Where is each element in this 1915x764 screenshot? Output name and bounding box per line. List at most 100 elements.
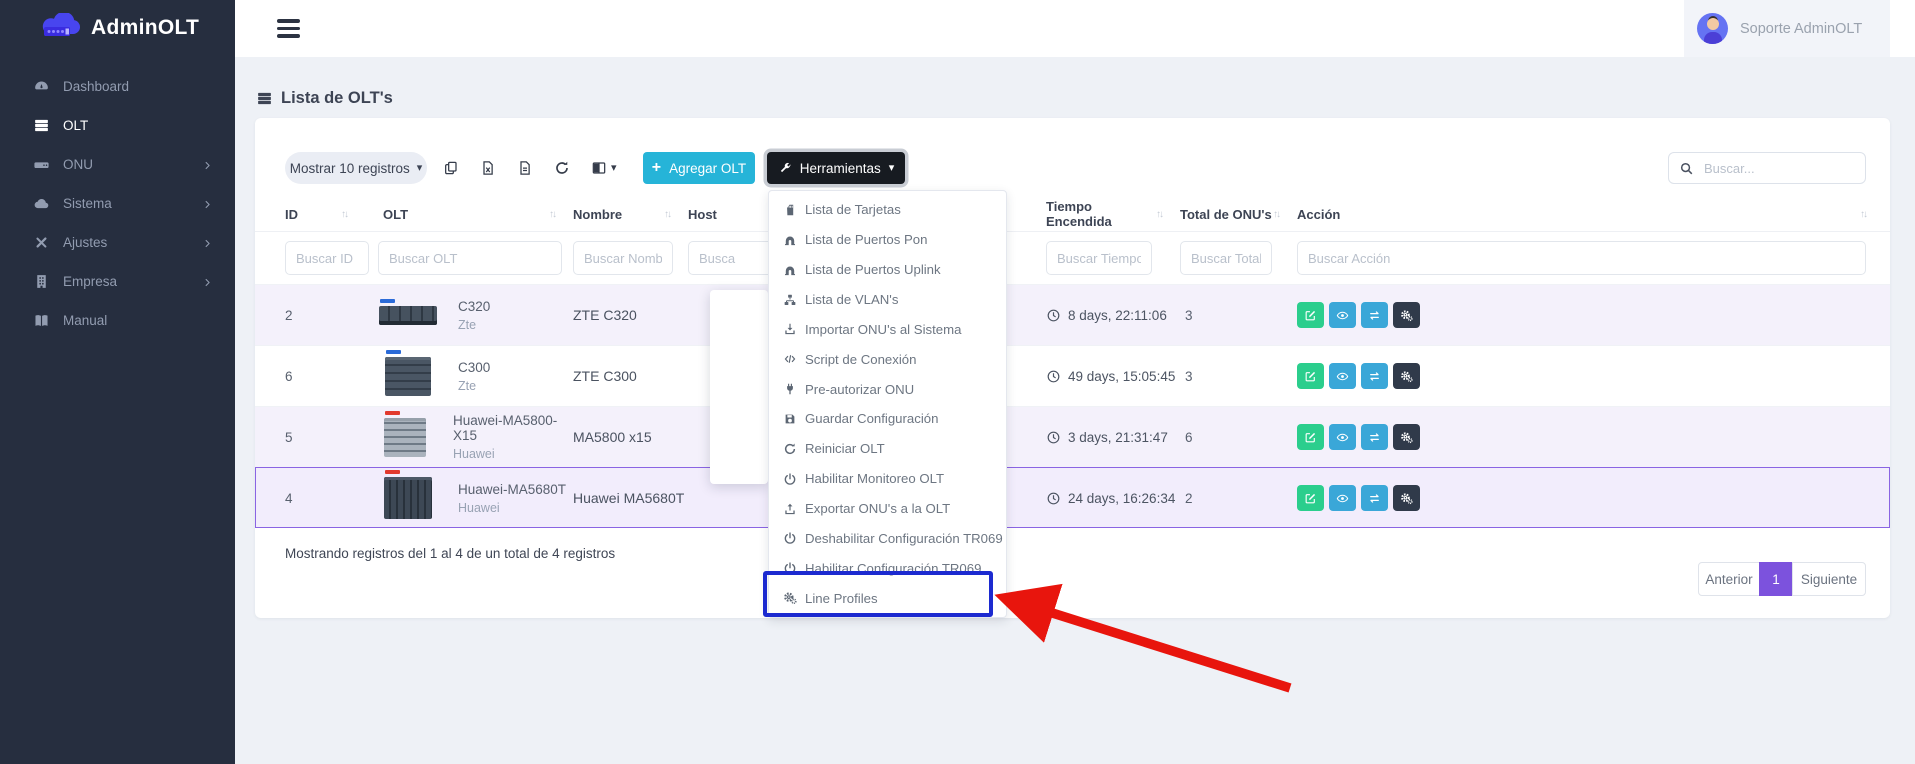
sync-icon <box>783 442 797 456</box>
file-excel-button[interactable]: ▾ <box>480 160 496 176</box>
table-row[interactable]: 2 C320 Zte ZTE C320 8 days, 22:11:06 3 <box>255 284 1890 345</box>
column-filter-input[interactable] <box>1046 241 1152 275</box>
tools-menu-item-deshabilitar-configuraci-n-tr069[interactable]: Deshabilitar Configuración TR069 <box>769 523 1006 553</box>
sort-icon[interactable]: ↑↓ <box>549 209 555 220</box>
filter-cell <box>1046 232 1180 284</box>
sort-icon[interactable]: ↑↓ <box>341 209 347 220</box>
pagination-page-1[interactable]: 1 <box>1759 562 1793 596</box>
exchange-button[interactable] <box>1361 485 1388 511</box>
power-icon <box>783 531 797 545</box>
column-header-acci-n[interactable]: Acción ↑↓ ↑↓ <box>1297 196 1890 232</box>
pagination-next-button[interactable]: Siguiente <box>1792 562 1866 596</box>
sidebar-item-label: OLT <box>63 118 88 133</box>
table-body: 2 C320 Zte ZTE C320 8 days, 22:11:06 3 6… <box>255 284 1890 528</box>
tools-menu-item-habilitar-monitoreo-olt[interactable]: Habilitar Monitoreo OLT <box>769 464 1006 494</box>
column-header-nombre[interactable]: Nombre ↑↓ ↑↓ <box>573 196 688 232</box>
edit-button[interactable] <box>1297 424 1324 450</box>
refresh-button[interactable]: ▾ <box>554 160 570 176</box>
avatar <box>1697 13 1728 44</box>
sort-icon[interactable]: ↑↓ <box>1156 209 1162 220</box>
tools-menu-item-lista-de-puertos-pon[interactable]: Lista de Puertos Pon <box>769 225 1006 255</box>
clock-icon <box>1046 491 1061 506</box>
exchange-icon <box>1368 492 1381 505</box>
edit-button[interactable] <box>1297 363 1324 389</box>
tools-menu-item-label: Lista de VLAN's <box>805 292 898 307</box>
sidebar-item-sistema[interactable]: Sistema <box>0 184 235 223</box>
sidebar-item-manual[interactable]: Manual <box>0 301 235 340</box>
column-filter-input[interactable] <box>573 241 673 275</box>
column-filter-input[interactable] <box>1297 241 1866 275</box>
settings-button[interactable] <box>1393 485 1420 511</box>
settings-button[interactable] <box>1393 302 1420 328</box>
table-filter-row <box>255 232 1890 284</box>
tools-menu-item-exportar-onu-s-a-la-olt[interactable]: Exportar ONU's a la OLT <box>769 494 1006 524</box>
tools-menu-item-reiniciar-olt[interactable]: Reiniciar OLT <box>769 434 1006 464</box>
tools-menu-item-importar-onu-s-al-sistema[interactable]: Importar ONU's al Sistema <box>769 314 1006 344</box>
app-logo[interactable]: AdminOLT <box>0 0 235 53</box>
tools-dropdown-button[interactable]: Herramientas ▾ <box>767 152 905 184</box>
sidebar-item-onu[interactable]: ONU <box>0 145 235 184</box>
settings-button[interactable] <box>1393 424 1420 450</box>
settings-button[interactable] <box>1393 363 1420 389</box>
tools-menu-item-pre-autorizar-onu[interactable]: Pre-autorizar ONU <box>769 374 1006 404</box>
add-olt-label: Agregar OLT <box>669 161 746 176</box>
view-button[interactable] <box>1329 485 1356 511</box>
column-header-label: Nombre <box>573 207 622 222</box>
exchange-button[interactable] <box>1361 363 1388 389</box>
eye-icon <box>1336 431 1349 444</box>
edit-button[interactable] <box>1297 485 1324 511</box>
tools-menu-item-lista-de-vlan-s[interactable]: Lista de VLAN's <box>769 285 1006 315</box>
sort-icon[interactable]: ↑↓ <box>1273 209 1279 220</box>
tools-menu-item-lista-de-tarjetas[interactable]: Lista de Tarjetas <box>769 195 1006 225</box>
sort-icon[interactable]: ↑↓ <box>1860 209 1866 220</box>
sidebar: AdminOLT Dashboard OLT ONU Sistema Ajust… <box>0 0 235 764</box>
plug-icon <box>783 382 797 396</box>
refresh-icon <box>554 160 570 176</box>
exchange-button[interactable] <box>1361 302 1388 328</box>
column-header-id[interactable]: ID ↑↓ ↑↓ <box>255 196 365 232</box>
tools-menu-item-label: Habilitar Monitoreo OLT <box>805 471 944 486</box>
view-button[interactable] <box>1329 302 1356 328</box>
cell-nombre: ZTE C320 <box>573 307 688 323</box>
search-input[interactable] <box>1704 161 1855 176</box>
filter-cell <box>255 232 365 284</box>
sidebar-item-ajustes[interactable]: Ajustes <box>0 223 235 262</box>
exchange-icon <box>1368 431 1381 444</box>
table-row[interactable]: 4 Huawei-MA5680T Huawei Huawei MA5680T 2… <box>255 467 1890 528</box>
table-row[interactable]: 5 Huawei-MA5800-X15 Huawei MA5800 x15 3 … <box>255 406 1890 467</box>
columns-button[interactable]: ▾ <box>591 160 617 176</box>
user-menu[interactable]: Soporte AdminOLT <box>1684 0 1890 57</box>
clock-icon <box>1046 430 1061 445</box>
sidebar-item-olt[interactable]: OLT <box>0 106 235 145</box>
tools-menu-item-habilitar-configuraci-n-tr069[interactable]: Habilitar Configuración TR069 <box>769 553 1006 583</box>
exchange-button[interactable] <box>1361 424 1388 450</box>
copy-icon <box>443 160 459 176</box>
table-row[interactable]: 6 C300 Zte ZTE C300 49 days, 15:05:45 3 <box>255 345 1890 406</box>
tools-menu-item-guardar-configuraci-n[interactable]: Guardar Configuración <box>769 404 1006 434</box>
column-header-olt[interactable]: OLT ↑↓ ↑↓ <box>365 196 573 232</box>
tools-menu-item-lista-de-puertos-uplink[interactable]: Lista de Puertos Uplink <box>769 255 1006 285</box>
column-header-total-de-onu-s[interactable]: Total de ONU's ↑↓ ↑↓ <box>1180 196 1297 232</box>
column-header-label: Host <box>688 207 717 222</box>
view-button[interactable] <box>1329 363 1356 389</box>
sidebar-toggle-button[interactable] <box>277 19 300 42</box>
column-header-tiempo-encendida[interactable]: Tiempo Encendida ↑↓ ↑↓ <box>1046 196 1180 232</box>
column-filter-input[interactable] <box>285 241 369 275</box>
sidebar-item-dashboard[interactable]: Dashboard <box>0 67 235 106</box>
column-filter-input[interactable] <box>378 241 562 275</box>
topbar: Soporte AdminOLT <box>235 0 1915 57</box>
copy-button[interactable]: ▾ <box>443 160 459 176</box>
edit-button[interactable] <box>1297 302 1324 328</box>
file-button[interactable]: ▾ <box>517 160 533 176</box>
column-filter-input[interactable] <box>1180 241 1272 275</box>
sidebar-item-empresa[interactable]: Empresa <box>0 262 235 301</box>
pagination-prev-button[interactable]: Anterior <box>1698 562 1760 596</box>
tools-menu-item-line-profiles[interactable]: Line Profiles <box>769 583 1006 613</box>
server-icon <box>256 90 273 107</box>
tools-menu-item-script-de-conexi-n[interactable]: Script de Conexión <box>769 344 1006 374</box>
view-button[interactable] <box>1329 424 1356 450</box>
sort-icon[interactable]: ↑↓ <box>664 209 670 220</box>
edit-icon <box>1304 492 1317 505</box>
add-olt-button[interactable]: + Agregar OLT <box>643 152 755 184</box>
page-length-select[interactable]: Mostrar 10 registros ▾ <box>285 152 427 184</box>
